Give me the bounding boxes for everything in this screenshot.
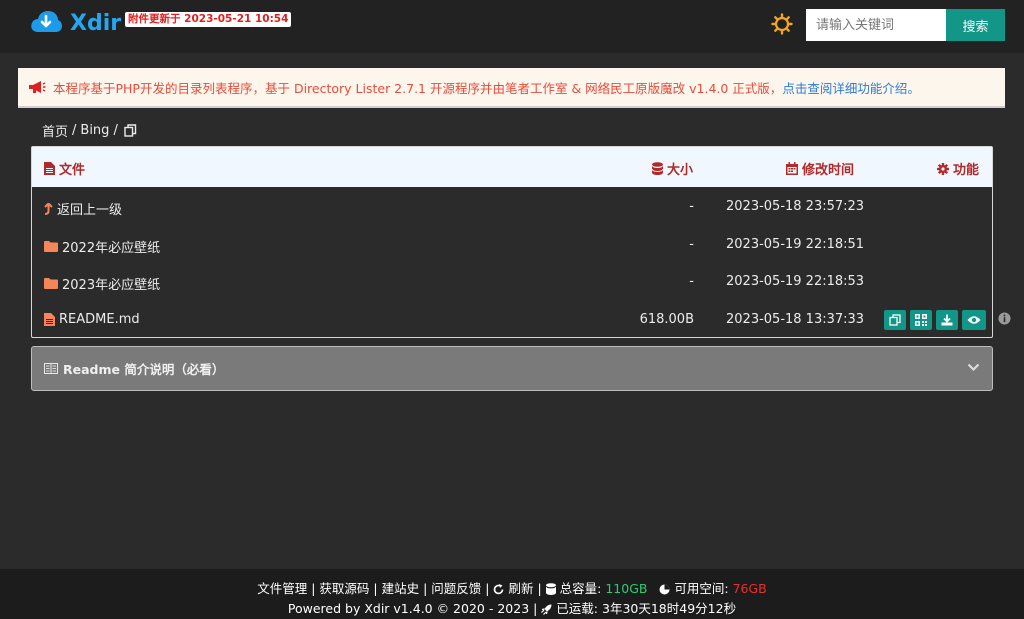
table-row[interactable]: 返回上一级 - 2023-05-18 23:57:23 bbox=[32, 189, 992, 226]
column-func-label: 功能 bbox=[953, 163, 980, 178]
footer-uptime-label: 已运载: bbox=[556, 601, 599, 616]
file-text-icon bbox=[44, 162, 55, 175]
row-size: - bbox=[689, 237, 694, 252]
folder-icon bbox=[44, 241, 58, 252]
copy-link-button[interactable] bbox=[884, 310, 906, 330]
row-name[interactable]: 2023年必应壁纸 bbox=[44, 274, 160, 293]
row-name[interactable]: README.md bbox=[44, 312, 140, 327]
column-size[interactable]: 大小 bbox=[652, 159, 693, 178]
column-func: 功能 bbox=[937, 159, 979, 178]
breadcrumb-bing[interactable]: Bing bbox=[80, 123, 109, 138]
footer-uptime-value: 3年30天18时49分12秒 bbox=[602, 601, 737, 616]
table-header: 文件 大小 修改时间 功能 bbox=[32, 147, 992, 187]
footer-line-2: Powered by Xdir v1.4.0 © 2020 - 2023 | 已… bbox=[0, 598, 1024, 617]
refresh-icon bbox=[494, 584, 504, 595]
row-name[interactable]: 返回上一级 bbox=[44, 199, 122, 218]
column-time[interactable]: 修改时间 bbox=[786, 159, 854, 178]
row-time: 2023-05-18 23:57:23 bbox=[726, 199, 865, 214]
file-table: 文件 大小 修改时间 功能 返回上一级 - 2023-05-18 23:57:2… bbox=[31, 146, 993, 338]
rocket-icon bbox=[541, 604, 552, 615]
update-badge: 附件更新于 2023-05-21 10:54 bbox=[125, 12, 292, 27]
footer-link-source[interactable]: 获取源码 bbox=[319, 581, 369, 596]
row-time: 2023-05-18 13:37:33 bbox=[726, 312, 865, 327]
footer-capacity-label: 总容量: bbox=[559, 581, 602, 596]
column-time-label: 修改时间 bbox=[802, 163, 855, 178]
row-time: 2023-05-19 22:18:53 bbox=[726, 274, 865, 289]
table-row[interactable]: README.md 618.00B 2023-05-18 13:37:33 bbox=[32, 302, 992, 339]
database-icon bbox=[545, 583, 556, 595]
search-input[interactable] bbox=[806, 9, 946, 41]
column-size-label: 大小 bbox=[667, 163, 694, 178]
row-name[interactable]: 2022年必应壁纸 bbox=[44, 237, 160, 256]
footer-link-feedback[interactable]: 问题反馈 bbox=[431, 581, 481, 596]
book-icon bbox=[44, 363, 58, 374]
copy-path-icon[interactable] bbox=[124, 124, 137, 137]
eye-icon bbox=[967, 316, 981, 324]
row-name-label: README.md bbox=[59, 312, 140, 327]
table-row[interactable]: 2023年必应壁纸 - 2023-05-19 22:18:53 bbox=[32, 264, 992, 301]
row-size: - bbox=[689, 199, 694, 214]
footer-capacity-value: 110GB bbox=[605, 581, 648, 596]
file-icon bbox=[44, 313, 55, 326]
footer: 文件管理 | 获取源码 | 建站史 | 问题反馈 | 刷新 | 总容量: 110… bbox=[0, 569, 1024, 619]
breadcrumb-separator: / bbox=[72, 123, 77, 138]
footer-free-label: 可用空间: bbox=[674, 581, 729, 596]
footer-link-history[interactable]: 建站史 bbox=[382, 581, 420, 596]
up-arrow-icon bbox=[44, 202, 53, 215]
breadcrumb-separator: / bbox=[113, 123, 118, 138]
column-file-label: 文件 bbox=[59, 163, 86, 178]
row-size: - bbox=[689, 274, 694, 289]
row-actions bbox=[884, 310, 986, 330]
theme-toggle-sun-icon[interactable] bbox=[771, 13, 793, 35]
chevron-down-icon bbox=[967, 363, 980, 372]
download-icon bbox=[941, 314, 953, 326]
pie-chart-icon bbox=[659, 584, 670, 595]
cloud-download-icon[interactable] bbox=[30, 9, 62, 35]
download-button[interactable] bbox=[936, 310, 958, 330]
notice-banner: 本程序基于PHP开发的目录列表程序，基于 Directory Lister 2.… bbox=[18, 68, 1005, 108]
footer-powered: Powered by Xdir v1.4.0 © 2020 - 2023 | bbox=[287, 601, 538, 616]
cog-icon bbox=[937, 162, 949, 175]
row-name-label: 返回上一级 bbox=[57, 203, 123, 218]
table-row[interactable]: 2022年必应壁纸 - 2023-05-19 22:18:51 bbox=[32, 227, 992, 264]
database-icon bbox=[652, 162, 663, 175]
copy-icon bbox=[889, 314, 901, 326]
column-file[interactable]: 文件 bbox=[44, 159, 85, 178]
logo-text[interactable]: Xdir bbox=[70, 11, 121, 36]
info-icon[interactable] bbox=[998, 312, 1011, 325]
row-name-label: 2022年必应壁纸 bbox=[62, 241, 161, 256]
search-button[interactable]: 搜索 bbox=[946, 9, 1005, 41]
megaphone-icon bbox=[29, 81, 46, 93]
footer-refresh[interactable]: 刷新 bbox=[508, 581, 533, 596]
footer-free-value: 76GB bbox=[732, 581, 767, 596]
qrcode-button[interactable] bbox=[910, 310, 932, 330]
folder-icon bbox=[44, 278, 58, 289]
row-size: 618.00B bbox=[639, 312, 694, 327]
readme-toggle[interactable]: Readme 简介说明（必看） bbox=[31, 346, 993, 391]
footer-link-file-manager[interactable]: 文件管理 bbox=[257, 581, 307, 596]
qrcode-icon bbox=[915, 314, 927, 326]
footer-line-1: 文件管理 | 获取源码 | 建站史 | 问题反馈 | 刷新 | 总容量: 110… bbox=[257, 581, 767, 596]
breadcrumb-home[interactable]: 首页 bbox=[42, 121, 68, 140]
readme-label: Readme 简介说明（必看） bbox=[63, 362, 225, 377]
top-header: Xdir 附件更新于 2023-05-21 10:54 搜索 bbox=[0, 0, 1024, 53]
row-time: 2023-05-19 22:18:51 bbox=[726, 237, 865, 252]
breadcrumb: 首页 / Bing / bbox=[42, 121, 137, 140]
row-name-label: 2023年必应壁纸 bbox=[62, 278, 161, 293]
notice-link[interactable]: 点击查阅详细功能介绍。 bbox=[782, 78, 920, 97]
notice-text: 本程序基于PHP开发的目录列表程序，基于 Directory Lister 2.… bbox=[53, 80, 783, 96]
calendar-icon bbox=[786, 162, 798, 175]
preview-button[interactable] bbox=[962, 310, 986, 330]
